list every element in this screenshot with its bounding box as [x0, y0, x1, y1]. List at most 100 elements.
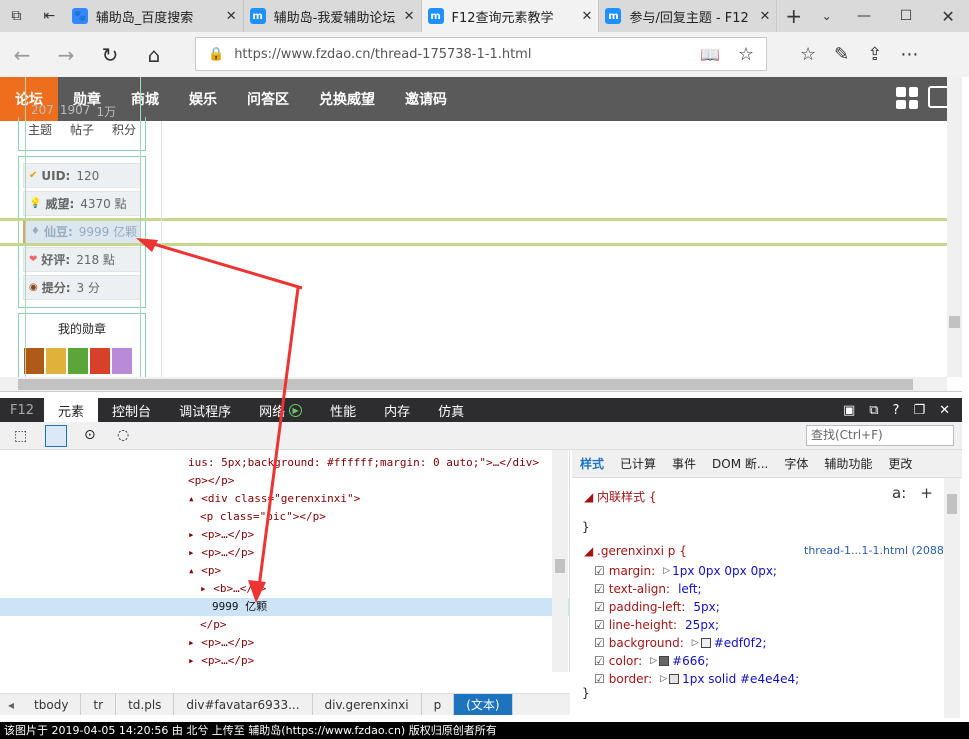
site-nav-item[interactable]: 邀请码 — [390, 77, 462, 121]
minimize-button[interactable]: — — [843, 0, 885, 32]
devtools-tab[interactable]: F12 — [0, 398, 44, 422]
tab-manager-icon[interactable]: ⧉ — [0, 0, 33, 32]
search-field[interactable]: 查找(Ctrl+F) — [806, 425, 954, 446]
property-value[interactable]: #edf0f2; — [714, 636, 767, 650]
property-checkbox[interactable]: ☑ — [594, 582, 605, 596]
close-tab-icon[interactable]: ✕ — [582, 9, 593, 24]
star-icon[interactable]: ☆ — [738, 44, 754, 65]
devtools-tab[interactable]: 网络 ▶ — [245, 398, 316, 422]
more-icon[interactable]: ⋯ — [900, 44, 918, 65]
property-name[interactable]: border: — [609, 672, 652, 686]
expand-icon[interactable]: ▷ — [692, 638, 699, 648]
close-tab-icon[interactable]: ✕ — [226, 9, 237, 24]
profile-count-label[interactable]: 帖子 — [70, 121, 94, 138]
devtools-tab[interactable]: 性能 — [316, 398, 370, 422]
browser-tab[interactable]: m 辅助岛-我爱辅助论坛 ✕ — [244, 0, 422, 32]
dom-node-line[interactable]: ▸ <p>…</p> — [0, 634, 569, 652]
pen-icon[interactable]: ✎ — [834, 44, 849, 65]
color-picker-icon[interactable]: ⊙ — [84, 427, 96, 443]
style-tab[interactable]: 已计算 — [612, 455, 664, 472]
refresh-button[interactable]: ↻ — [88, 32, 132, 77]
page-vertical-scrollbar[interactable] — [947, 77, 962, 377]
breadcrumb-item[interactable]: p — [422, 694, 455, 715]
dom-node-line[interactable]: <p class="pic"></p> — [0, 508, 569, 526]
restore-icon[interactable]: ❐ — [913, 403, 925, 418]
highlight-box-icon[interactable] — [45, 425, 67, 447]
url-field[interactable]: 🔒 https://www.fzdao.cn/thread-175738-1-1… — [195, 37, 767, 71]
profile-count-label[interactable]: 积分 — [112, 121, 136, 138]
back-button[interactable]: ← — [0, 32, 44, 77]
tab-list-chevron-icon[interactable]: ⌄ — [810, 0, 843, 32]
devtools-tab[interactable]: 调试程序 — [165, 398, 245, 422]
devtools-tab[interactable]: 控制台 — [98, 398, 165, 422]
close-window-button[interactable]: ✕ — [927, 0, 969, 32]
dom-node-line[interactable]: <p></p> — [0, 472, 569, 490]
property-name[interactable]: padding-left: — [609, 600, 686, 614]
devtools-tab[interactable]: 元素 — [44, 398, 99, 422]
style-tab[interactable]: 更改 — [880, 455, 920, 472]
breadcrumb-item[interactable]: tbody — [22, 694, 82, 715]
style-tab[interactable]: 事件 — [664, 455, 704, 472]
property-checkbox[interactable]: ☑ — [594, 654, 605, 668]
forward-button[interactable]: → — [44, 32, 88, 77]
property-value[interactable]: 25px; — [685, 618, 719, 632]
color-swatch[interactable] — [700, 638, 711, 648]
breadcrumb-left-arrow[interactable]: ◂ — [0, 698, 22, 712]
dom-node-line[interactable]: ▸ <p>…</p> — [0, 652, 569, 670]
dom-vertical-scrollbar[interactable] — [552, 450, 568, 672]
expand-icon[interactable]: ▷ — [663, 566, 670, 576]
dom-node-line[interactable]: ▴ <div class="gerenxinxi"> — [0, 490, 569, 508]
record-icon[interactable]: ▶ — [289, 403, 303, 417]
style-tab[interactable]: 辅助功能 — [816, 455, 880, 472]
help-icon[interactable]: ? — [893, 403, 900, 418]
property-checkbox[interactable]: ☑ — [594, 618, 605, 632]
undock-icon[interactable]: ⧉ — [869, 403, 878, 418]
site-nav-item[interactable]: 问答区 — [232, 77, 304, 121]
property-value[interactable]: left; — [678, 582, 701, 596]
property-value[interactable]: 1px solid #e4e4e4; — [682, 672, 799, 686]
color-swatch[interactable] — [659, 656, 670, 666]
style-tab[interactable]: DOM 断... — [704, 455, 776, 472]
browser-tab[interactable]: 🐾 辅助岛_百度搜索 ✕ — [66, 0, 244, 32]
devtools-tab[interactable]: 内存 — [370, 398, 424, 422]
breadcrumb-item[interactable]: div.gerenxinxi — [313, 694, 422, 715]
dom-node-line[interactable]: ius: 5px;background: #ffffff;margin: 0 a… — [0, 454, 569, 472]
add-rule-icon[interactable]: + — [920, 484, 933, 502]
color-swatch[interactable] — [669, 674, 680, 684]
close-tab-icon[interactable]: ✕ — [404, 9, 415, 24]
breadcrumb-item[interactable]: (文本) — [454, 694, 513, 715]
expand-icon[interactable]: ▷ — [660, 674, 667, 684]
property-name[interactable]: text-align: — [609, 582, 670, 596]
devtools-tab[interactable]: 仿真 — [424, 398, 478, 422]
property-name[interactable]: color: — [609, 654, 642, 668]
dom-node-line[interactable]: ▸ <b>…</b> — [0, 580, 569, 598]
site-nav-item[interactable]: 商城 — [116, 77, 174, 121]
home-button[interactable]: ⌂ — [132, 32, 176, 77]
property-checkbox[interactable]: ☑ — [594, 636, 605, 650]
nav-grid-icon[interactable] — [896, 87, 918, 109]
profile-count-label[interactable]: 主题 — [28, 121, 52, 138]
accessibility-icon[interactable]: ◌ — [117, 427, 129, 443]
select-element-icon[interactable]: ⬚ — [14, 428, 27, 444]
property-checkbox[interactable]: ☑ — [594, 600, 605, 614]
dom-node-line[interactable]: ▴ <p> — [0, 562, 569, 580]
share-icon[interactable]: ⇪ — [867, 44, 882, 65]
property-value[interactable]: 5px; — [693, 600, 719, 614]
new-tab-button[interactable]: + — [777, 0, 810, 32]
property-name[interactable]: margin: — [609, 564, 655, 578]
console-icon[interactable]: ▣ — [843, 403, 855, 418]
property-name[interactable]: background: — [609, 636, 684, 650]
site-nav-item[interactable]: 娱乐 — [174, 77, 232, 121]
close-devtools-icon[interactable]: ✕ — [939, 403, 950, 418]
dom-node-line[interactable]: ▸ <p>…</p> — [0, 526, 569, 544]
browser-tab[interactable]: m 参与/回复主题 - F12 ✕ — [599, 0, 778, 32]
close-tab-icon[interactable]: ✕ — [759, 9, 770, 24]
styles-scrollbar[interactable] — [944, 478, 960, 718]
property-checkbox[interactable]: ☑ — [594, 564, 605, 578]
dom-node-line[interactable]: </p> — [0, 616, 569, 634]
back-tabs-icon[interactable]: ⇤ — [33, 0, 66, 32]
property-value[interactable]: 1px 0px 0px 0px; — [672, 564, 777, 578]
style-tab[interactable]: 样式 — [572, 455, 612, 472]
property-value[interactable]: #666; — [672, 654, 709, 668]
favorites-icon[interactable]: ☆ — [800, 44, 816, 65]
